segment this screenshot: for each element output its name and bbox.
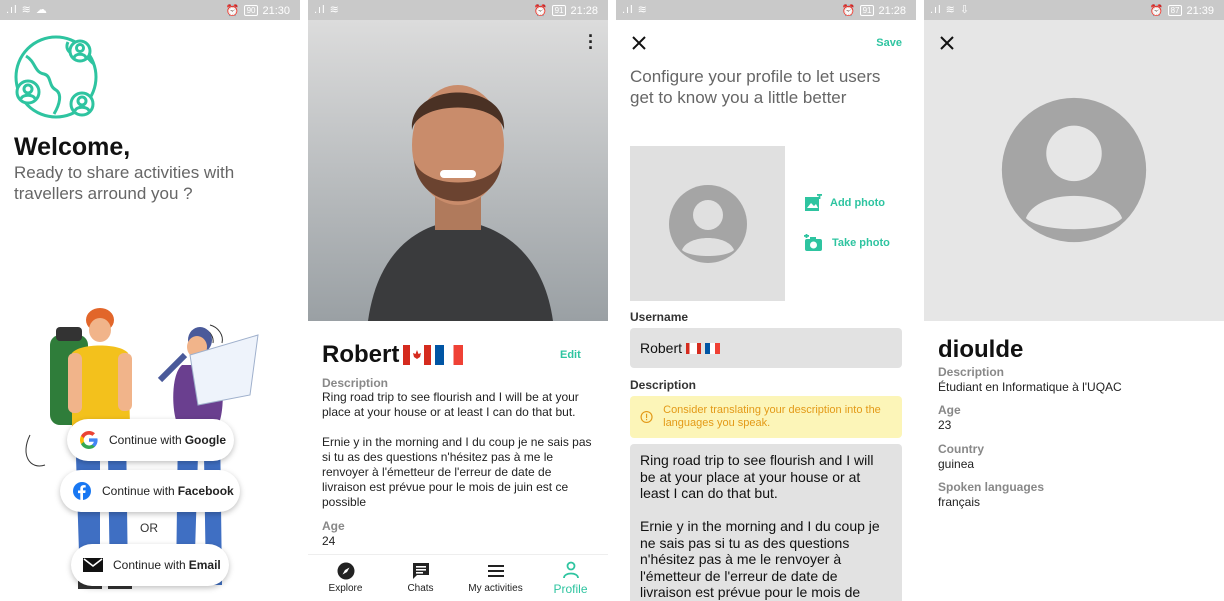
welcome-screen: .ıl ≋ ☁ ⏰ 90 21:30 Welcome, Ready to sha… — [0, 0, 300, 601]
france-flag-icon — [435, 345, 464, 365]
close-icon[interactable] — [938, 34, 956, 52]
facebook-button-label: Continue with Facebook — [102, 484, 234, 498]
avatar-icon — [668, 184, 747, 263]
signal-icon: .ıl ≋ — [622, 4, 648, 16]
nav-profile[interactable]: Profile — [533, 555, 608, 601]
nav-explore[interactable]: Explore — [308, 555, 383, 601]
alarm-icon: ⏰ — [1149, 5, 1164, 17]
add-image-icon — [805, 194, 822, 211]
canada-flag-icon — [686, 342, 702, 354]
nav-my-activities[interactable]: My activities — [458, 555, 533, 601]
person-icon — [562, 561, 579, 578]
status-bar: .ıl ≋ ☁ ⏰ 90 21:30 — [0, 0, 300, 20]
profile-intro-text: Configure your profile to let users get … — [630, 67, 881, 107]
spoken-languages-value: français — [938, 495, 981, 509]
list-icon — [487, 565, 504, 577]
age-value: 24 — [322, 534, 336, 548]
status-time: 21:39 — [1186, 4, 1214, 17]
alarm-icon: ⏰ — [225, 5, 240, 17]
description-label: Description — [322, 376, 389, 390]
age-label: Age — [322, 519, 345, 533]
battery-icon: 91 — [859, 5, 875, 16]
edit-profile-screen: .ıl ≋ ⏰ 91 21:28 Save Configure your pro… — [616, 0, 916, 601]
compass-icon — [337, 562, 354, 580]
add-camera-icon — [804, 234, 822, 251]
status-bar: .ıl ≋ ⏰ 91 21:28 — [616, 0, 916, 20]
profile-name: dioulde — [938, 336, 1024, 363]
description-label: Description — [938, 365, 1005, 379]
username-input[interactable]: Robert — [630, 328, 902, 368]
mail-icon — [83, 555, 103, 575]
status-bar: .ıl ≋ ⏰ 91 21:28 — [308, 0, 608, 20]
avatar-icon — [1001, 97, 1147, 243]
chat-icon — [412, 563, 429, 579]
globe-travellers-icon — [14, 35, 98, 119]
description-input[interactable]: Ring road trip to see flourish and I wil… — [630, 444, 902, 601]
alarm-icon: ⏰ — [533, 5, 548, 17]
welcome-subtitle: Ready to share activities with traveller… — [14, 163, 235, 203]
country-value: guinea — [938, 457, 975, 471]
canada-flag-icon — [403, 345, 432, 365]
profile-photo-placeholder[interactable] — [630, 146, 785, 301]
take-photo-button[interactable]: Take photo — [804, 234, 890, 252]
battery-icon: 90 — [243, 5, 259, 16]
close-icon[interactable] — [630, 34, 648, 52]
continue-email-button[interactable]: Continue with Email — [71, 544, 229, 586]
france-flag-icon — [705, 342, 721, 354]
profile-photo — [308, 20, 608, 321]
description-value: Étudiant en Informatique à l'UQAC — [938, 380, 1122, 394]
age-value: 23 — [938, 418, 952, 432]
status-time: 21:28 — [878, 4, 906, 17]
status-time: 21:28 — [570, 4, 598, 17]
description-label: Description — [630, 378, 697, 392]
description-text: Ring road trip to see flourish and I wil… — [322, 390, 592, 509]
continue-google-button[interactable]: Continue with Google — [67, 419, 234, 461]
nav-chats[interactable]: Chats — [383, 555, 458, 601]
spoken-languages-label: Spoken languages — [938, 480, 1045, 494]
signal-icon: .ıl ≋ — [314, 4, 340, 16]
status-bar: .ıl ≋ ⇩ ⏰ 87 21:39 — [924, 0, 1224, 20]
email-button-label: Continue with Email — [113, 558, 221, 572]
info-icon — [640, 410, 653, 424]
google-button-label: Continue with Google — [109, 433, 227, 447]
translation-warning: Consider translating your description in… — [630, 396, 902, 438]
continue-facebook-button[interactable]: Continue with Facebook — [60, 470, 240, 512]
bottom-navigation: Explore Chats My activities Profile — [308, 554, 608, 601]
signal-icon: .ıl ≋ ☁ — [6, 4, 48, 16]
facebook-icon — [72, 481, 92, 501]
age-label: Age — [938, 403, 961, 417]
profile-name: Robert — [322, 341, 464, 369]
status-time: 21:30 — [262, 4, 290, 17]
edit-profile-link[interactable]: Edit — [560, 349, 581, 361]
welcome-title: Welcome, — [14, 133, 131, 161]
add-photo-button[interactable]: Add photo — [804, 194, 885, 212]
alarm-icon: ⏰ — [841, 5, 856, 17]
more-options-icon[interactable]: · · · — [588, 27, 594, 57]
country-label: Country — [938, 442, 984, 456]
google-icon — [79, 430, 99, 450]
save-button[interactable]: Save — [876, 37, 902, 49]
username-label: Username — [630, 310, 689, 324]
battery-icon: 87 — [1167, 5, 1183, 16]
user-profile-screen: .ıl ≋ ⇩ ⏰ 87 21:39 dioulde Description É… — [924, 0, 1224, 601]
signal-icon: .ıl ≋ ⇩ — [930, 4, 971, 16]
battery-icon: 91 — [551, 5, 567, 16]
profile-screen: .ıl ≋ ⏰ 91 21:28 · · · Robert Edit Descrip… — [308, 0, 608, 601]
or-divider: OR — [140, 521, 158, 535]
